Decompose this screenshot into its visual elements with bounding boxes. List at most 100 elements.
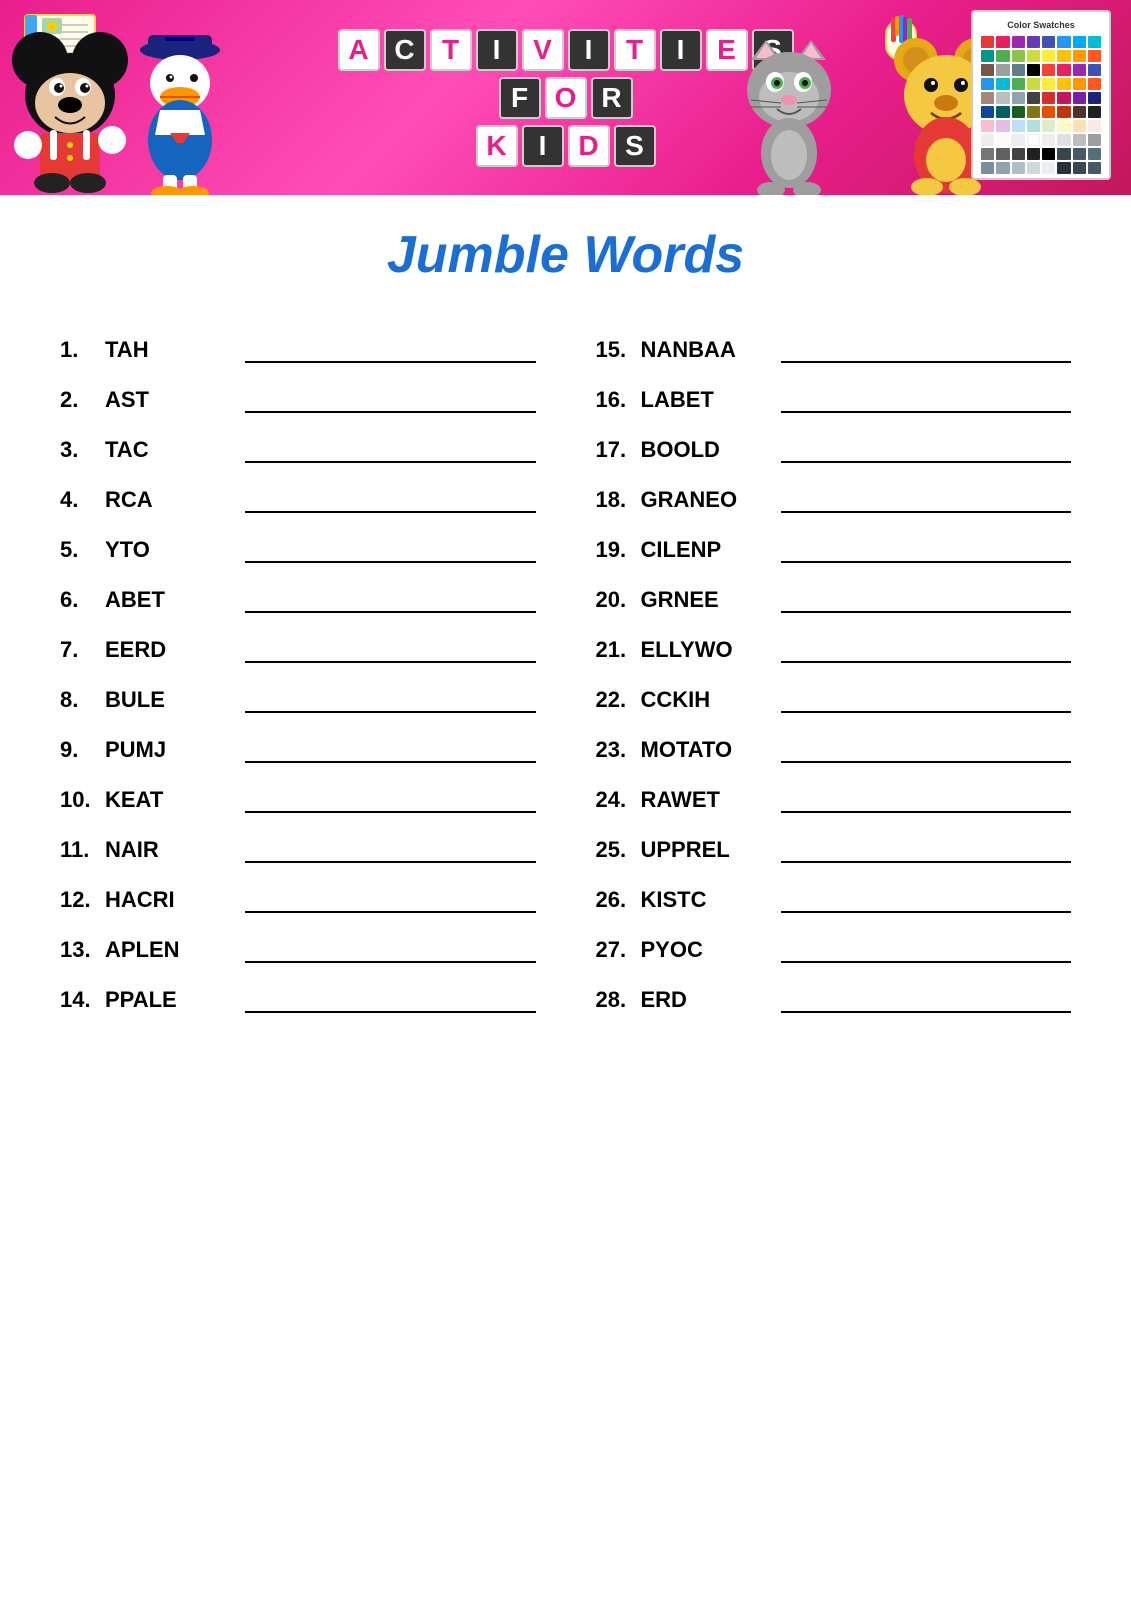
letter-R: R	[591, 77, 633, 119]
list-item: 1. TAH	[60, 325, 536, 375]
list-item: 15. NANBAA	[596, 325, 1072, 375]
word-text: RCA	[105, 487, 235, 513]
word-number: 19.	[596, 537, 641, 563]
list-item: 18. GRANEO	[596, 475, 1072, 525]
word-text: MOTATO	[641, 737, 771, 763]
word-number: 10.	[60, 787, 105, 813]
word-text: NANBAA	[641, 337, 771, 363]
list-item: 2. AST	[60, 375, 536, 425]
word-number: 11.	[60, 837, 105, 863]
word-number: 15.	[596, 337, 641, 363]
word-number: 2.	[60, 387, 105, 413]
word-text: EERD	[105, 637, 235, 663]
word-text: TAC	[105, 437, 235, 463]
list-item: 14. PPALE	[60, 975, 536, 1025]
answer-line	[245, 661, 536, 663]
list-item: 8. BULE	[60, 675, 536, 725]
list-item: 7. EERD	[60, 625, 536, 675]
word-number: 21.	[596, 637, 641, 663]
words-left-column: 1. TAH 2. AST 3. TAC 4. RCA 5. YTO 6. AB…	[60, 325, 536, 1025]
word-text: LABET	[641, 387, 771, 413]
word-text: KISTC	[641, 887, 771, 913]
answer-line	[781, 561, 1072, 563]
for-letters: F O R	[499, 77, 633, 119]
donald-duck-character	[130, 25, 230, 195]
answer-line	[781, 1011, 1072, 1013]
answer-line	[245, 861, 536, 863]
word-number: 7.	[60, 637, 105, 663]
answer-line	[245, 711, 536, 713]
kids-letters: K I D S	[476, 125, 656, 167]
answer-line	[781, 361, 1072, 363]
answer-line	[781, 861, 1072, 863]
list-item: 19. CILENP	[596, 525, 1072, 575]
word-text: YTO	[105, 537, 235, 563]
letter-I3: I	[660, 29, 702, 71]
answer-line	[245, 561, 536, 563]
word-text: BULE	[105, 687, 235, 713]
word-number: 26.	[596, 887, 641, 913]
word-text: CCKIH	[641, 687, 771, 713]
word-text: CILENP	[641, 537, 771, 563]
list-item: 27. PYOC	[596, 925, 1072, 975]
letter-I4: I	[522, 125, 564, 167]
word-number: 23.	[596, 737, 641, 763]
letter-T: T	[430, 29, 472, 71]
answer-line	[781, 711, 1072, 713]
word-text: TAH	[105, 337, 235, 363]
word-number: 6.	[60, 587, 105, 613]
list-item: 10. KEAT	[60, 775, 536, 825]
word-number: 8.	[60, 687, 105, 713]
answer-line	[781, 461, 1072, 463]
list-item: 3. TAC	[60, 425, 536, 475]
answer-line	[781, 911, 1072, 913]
list-item: 13. APLEN	[60, 925, 536, 975]
word-number: 22.	[596, 687, 641, 713]
page-title: Jumble Words	[60, 225, 1071, 285]
letter-D: D	[568, 125, 610, 167]
answer-line	[245, 911, 536, 913]
word-text: AST	[105, 387, 235, 413]
word-number: 14.	[60, 987, 105, 1013]
word-number: 4.	[60, 487, 105, 513]
answer-line	[245, 611, 536, 613]
answer-line	[245, 461, 536, 463]
answer-line	[781, 761, 1072, 763]
word-text: RAWET	[641, 787, 771, 813]
word-number: 25.	[596, 837, 641, 863]
answer-line	[245, 1011, 536, 1013]
answer-line	[781, 961, 1072, 963]
word-text: PYOC	[641, 937, 771, 963]
list-item: 28. ERD	[596, 975, 1072, 1025]
header-banner: A C T I V I T I E S F O R K I D S	[0, 0, 1131, 195]
list-item: 9. PUMJ	[60, 725, 536, 775]
list-item: 22. CCKIH	[596, 675, 1072, 725]
letter-F: F	[499, 77, 541, 119]
word-number: 13.	[60, 937, 105, 963]
list-item: 12. HACRI	[60, 875, 536, 925]
word-text: GRNEE	[641, 587, 771, 613]
answer-line	[781, 611, 1072, 613]
letter-A: A	[338, 29, 380, 71]
word-number: 16.	[596, 387, 641, 413]
words-right-column: 15. NANBAA 16. LABET 17. BOOLD 18. GRANE…	[596, 325, 1072, 1025]
list-item: 5. YTO	[60, 525, 536, 575]
word-text: BOOLD	[641, 437, 771, 463]
word-number: 20.	[596, 587, 641, 613]
letter-T2: T	[614, 29, 656, 71]
letter-C: C	[384, 29, 426, 71]
answer-line	[781, 811, 1072, 813]
word-number: 5.	[60, 537, 105, 563]
list-item: 11. NAIR	[60, 825, 536, 875]
letter-K: K	[476, 125, 518, 167]
list-item: 17. BOOLD	[596, 425, 1072, 475]
tom-character	[731, 35, 841, 195]
word-number: 18.	[596, 487, 641, 513]
letter-V: V	[522, 29, 564, 71]
word-text: APLEN	[105, 937, 235, 963]
list-item: 25. UPPREL	[596, 825, 1072, 875]
list-item: 20. GRNEE	[596, 575, 1072, 625]
list-item: 24. RAWET	[596, 775, 1072, 825]
answer-line	[245, 411, 536, 413]
word-text: GRANEO	[641, 487, 771, 513]
